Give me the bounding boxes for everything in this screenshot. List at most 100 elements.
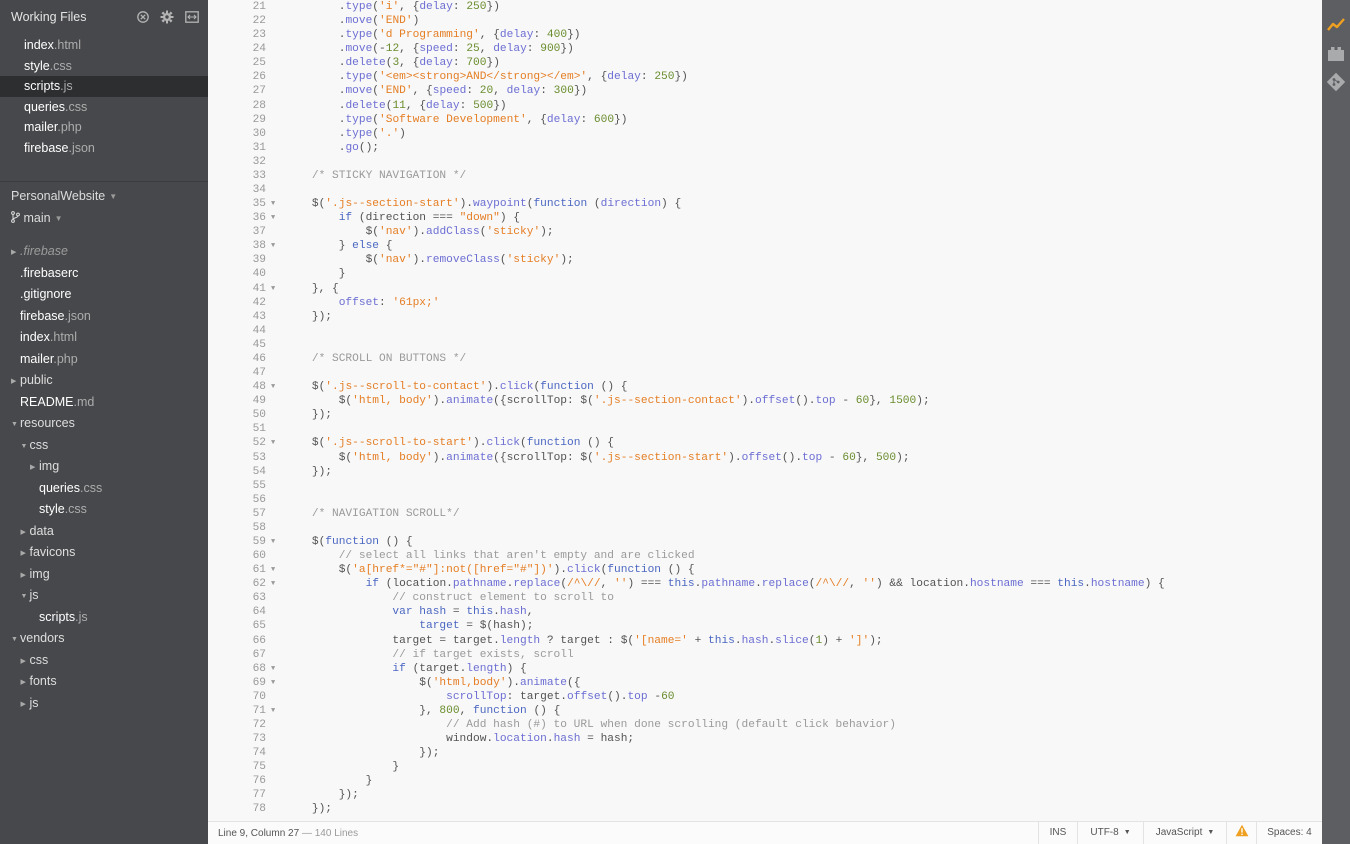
tree-folder[interactable]: ▼ vendors [0,628,208,650]
file-name: index [20,330,50,344]
code-token: 'i' [379,1,400,13]
code-token: $( [285,381,326,394]
code-token: // construct element to scroll to [285,592,614,605]
code-token: target = target. [285,634,500,647]
code-editor[interactable]: 21 .type('i', {delay: 250}) 22 .move('END… [208,0,1322,821]
code-token: . [285,141,346,154]
code-token: . [285,57,346,70]
fold-toggle-icon[interactable]: ▼ [271,239,281,253]
tree-file[interactable]: mailer.php [0,349,208,371]
branch-dropdown[interactable]: main ▼ [11,211,63,225]
code-token: , { [405,99,427,112]
code-token: : target. [506,690,568,703]
code-token: 20 [479,85,494,98]
fold-toggle-icon[interactable]: ▼ [271,662,281,676]
disclosure-closed-icon[interactable]: ▶ [30,457,39,479]
fold-toggle-icon[interactable]: ▼ [271,577,281,591]
disclosure-closed-icon[interactable]: ▶ [21,522,30,544]
tree-folder[interactable]: ▶ img [0,456,208,478]
code-token: hash [419,606,447,619]
indent-setting[interactable]: Spaces: 4 [1256,822,1322,844]
code-text: if (target.length) { [285,662,526,676]
disclosure-open-icon[interactable]: ▼ [11,414,20,436]
disclosure-open-icon[interactable]: ▼ [21,436,30,458]
tree-folder[interactable]: ▼ js [0,585,208,607]
line-number: 48 [252,381,266,394]
disclosure-open-icon[interactable]: ▼ [11,629,20,651]
tree-folder[interactable]: ▶ js [0,693,208,715]
disclosure-closed-icon[interactable]: ▶ [11,371,20,393]
live-preview-icon[interactable] [1326,15,1346,35]
insert-mode-toggle[interactable]: INS [1038,822,1077,844]
tree-folder[interactable]: ▼ resources [0,413,208,435]
tree-file[interactable]: queries.css [0,478,208,500]
tree-file[interactable]: scripts.js [0,607,208,629]
project-dropdown[interactable]: PersonalWebsite ▼ [11,189,117,203]
code-token: click [486,437,521,450]
code-token: delay [493,43,527,56]
split-view-icon[interactable] [185,10,199,24]
tree-folder[interactable]: ▶ css [0,650,208,672]
fold-toggle-icon[interactable]: ▼ [271,282,281,296]
code-token: /^\// [815,578,850,591]
disclosure-open-icon[interactable]: ▼ [21,586,30,608]
tree-folder[interactable]: ▶ data [0,521,208,543]
code-token: }) [493,99,507,112]
code-token: '<em><strong>AND</strong></em>' [379,71,588,84]
fold-toggle-icon[interactable]: ▼ [271,563,281,577]
tree-folder[interactable]: ▶ img [0,564,208,586]
gear-icon[interactable] [160,10,174,24]
disclosure-closed-icon[interactable]: ▶ [21,672,30,694]
language-dropdown[interactable]: JavaScript ▼ [1143,822,1226,844]
working-file-item[interactable]: mailer.php [0,117,208,138]
code-token: delete [345,57,386,70]
tree-folder[interactable]: ▼ css [0,435,208,457]
disclosure-closed-icon[interactable]: ▶ [21,651,30,673]
file-extension: .css [49,58,72,73]
code-token: 600 [593,113,615,126]
extension-manager-icon[interactable] [1326,44,1346,64]
disclosure-closed-icon[interactable]: ▶ [21,565,30,587]
folder-name: css [29,437,49,452]
working-file-item[interactable]: scripts.js [0,76,208,97]
tree-folder[interactable]: ▶ favicons [0,542,208,564]
tree-file[interactable]: style.css [0,499,208,521]
code-text: /* NAVIGATION SCROLL*/ [285,507,460,521]
working-file-item[interactable]: queries.css [0,97,208,118]
code-token: direction [600,198,662,211]
working-file-item[interactable]: index.html [0,35,208,56]
working-file-item[interactable]: style.css [0,56,208,77]
tree-file[interactable]: .gitignore [0,284,208,306]
fold-toggle-icon[interactable]: ▼ [271,211,281,225]
fold-toggle-icon[interactable]: ▼ [271,676,281,690]
git-icon[interactable] [1326,72,1346,92]
fold-toggle-icon[interactable]: ▼ [271,380,281,394]
encoding-dropdown[interactable]: UTF-8 ▼ [1077,822,1143,844]
disclosure-closed-icon[interactable]: ▶ [21,543,30,565]
tree-folder[interactable]: ▶ fonts [0,671,208,693]
tree-folder[interactable]: ▶ .firebase [0,241,208,263]
code-token: . [546,733,554,746]
tree-file[interactable]: index.html [0,327,208,349]
code-token: ). [741,395,756,408]
fold-toggle-icon[interactable]: ▼ [271,197,281,211]
disclosure-closed-icon[interactable]: ▶ [11,242,20,264]
file-extension: .md [73,394,95,409]
code-token: '[name=' [634,634,688,647]
working-file-item[interactable]: firebase.json [0,138,208,159]
code-token: click [567,564,601,577]
fold-toggle-icon[interactable]: ▼ [271,704,281,718]
tree-folder[interactable]: ▶ public [0,370,208,392]
fold-toggle-icon[interactable]: ▼ [271,436,281,450]
tree-file[interactable]: .firebaserc [0,263,208,285]
code-token: . [285,43,346,56]
line-number: 55 [252,479,266,492]
linter-status-button[interactable] [1226,822,1256,844]
tree-file[interactable]: README.md [0,392,208,414]
close-all-icon[interactable] [136,10,150,24]
fold-toggle-icon[interactable]: ▼ [271,535,281,549]
code-token: /* NAVIGATION SCROLL*/ [285,507,460,520]
disclosure-closed-icon[interactable]: ▶ [21,694,30,716]
tree-file[interactable]: firebase.json [0,306,208,328]
